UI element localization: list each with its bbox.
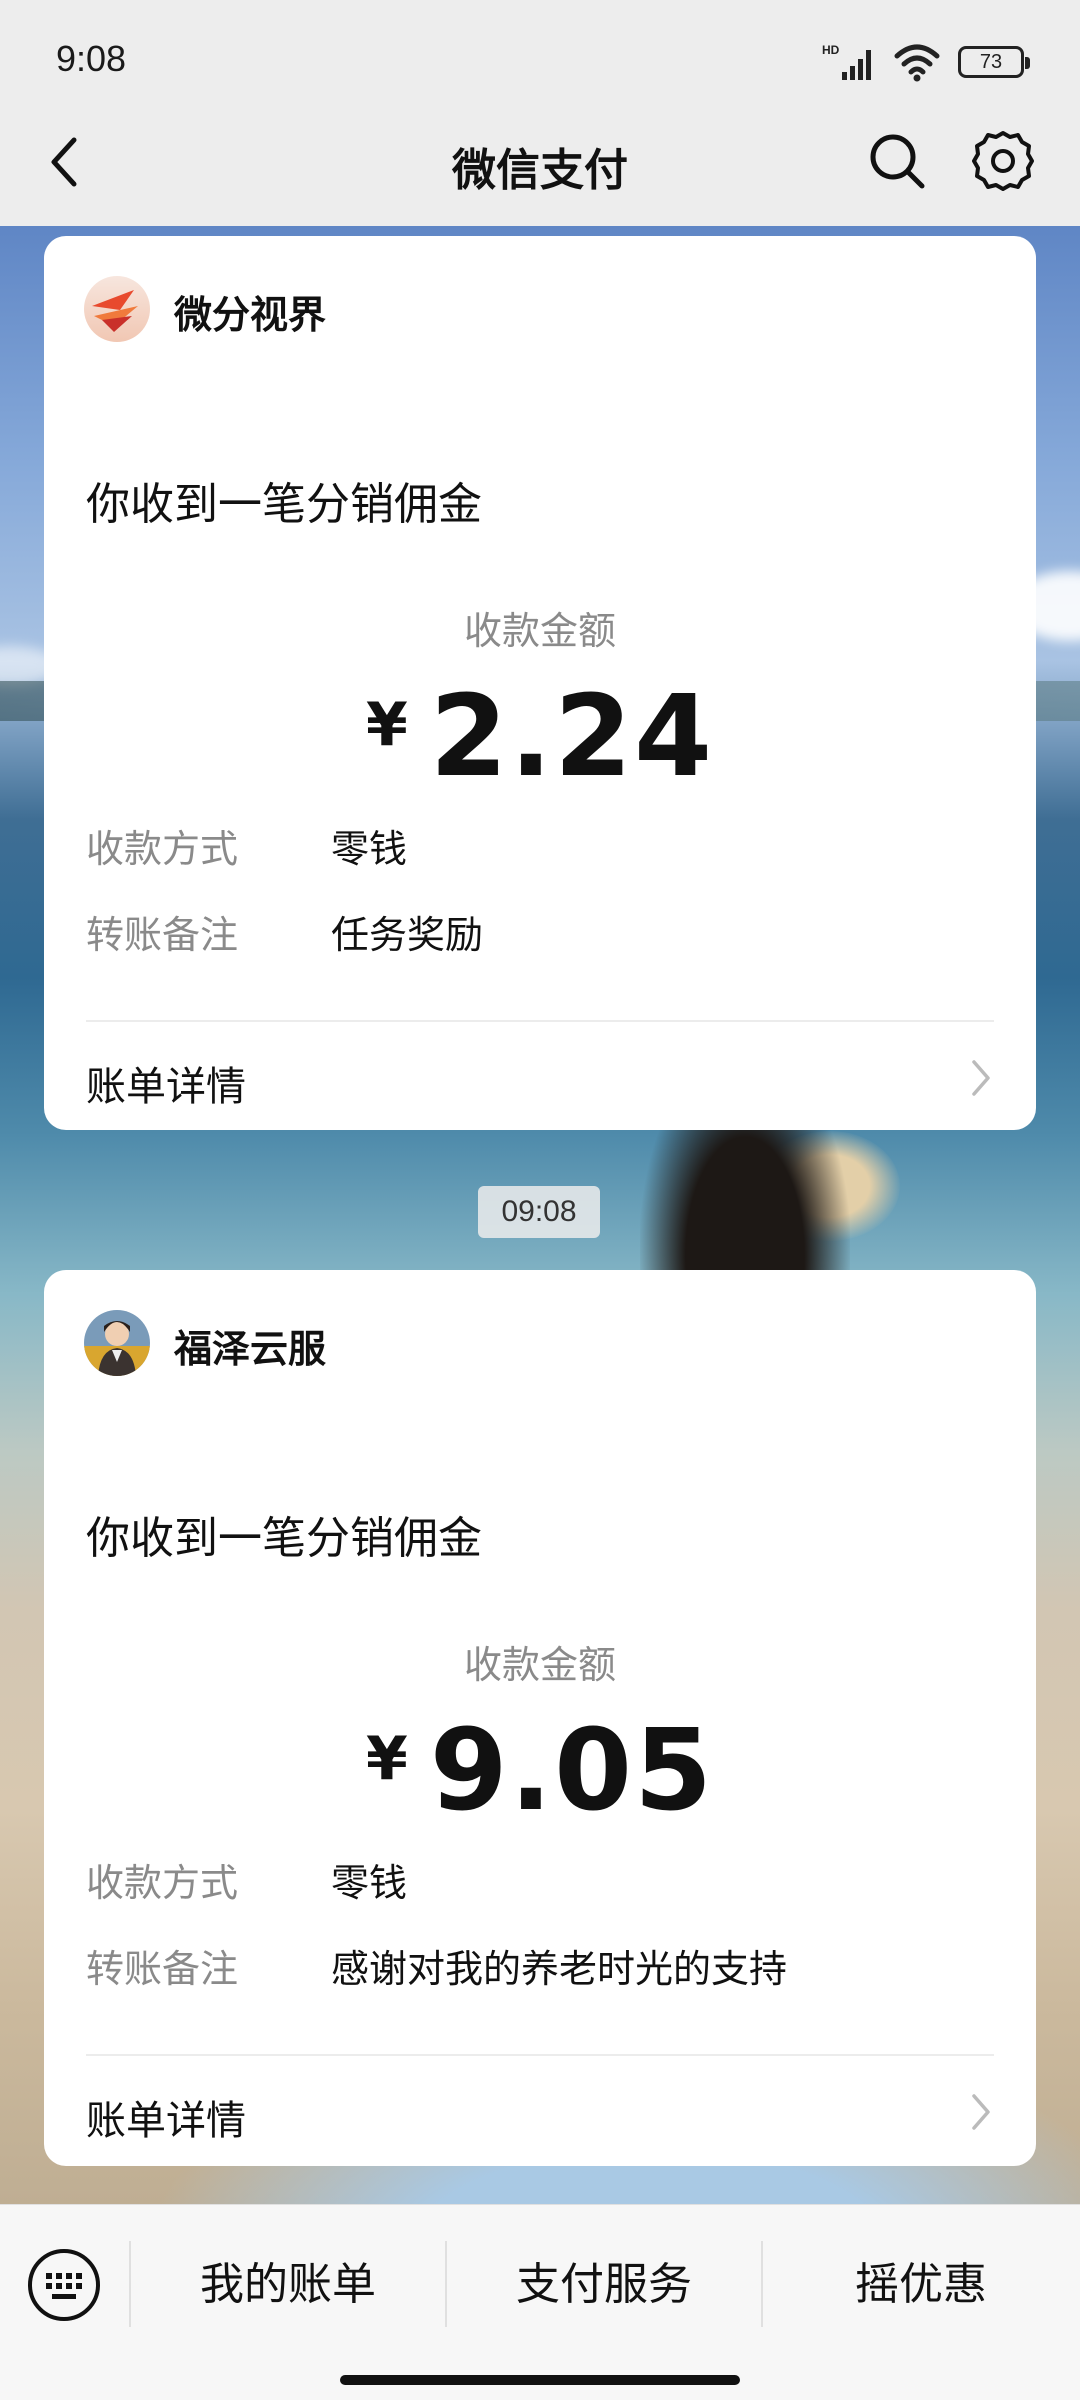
info-label: 转账备注: [86, 1947, 239, 1991]
amount-label: 收款金额: [463, 609, 616, 653]
merchant-avatar: [84, 1310, 150, 1376]
payment-notification-card[interactable]: 福泽云服 你收到一笔分销佣金 收款金额 ¥9.05 收款方式 零钱 转账备注 感谢对…: [44, 1270, 1036, 2166]
signal-icon: HD: [822, 43, 871, 80]
info-label: 收款方式: [86, 827, 239, 871]
currency-symbol: ¥: [365, 1724, 408, 1794]
search-icon[interactable]: [866, 130, 928, 192]
divider: [86, 2054, 994, 2056]
amount-label: 收款金额: [463, 1643, 616, 1687]
chevron-right-icon: [972, 2094, 990, 2130]
payment-method-row: 收款方式 零钱: [86, 1852, 407, 1907]
notification-title: 你收到一笔分销佣金: [86, 479, 482, 530]
battery-icon: 73: [958, 46, 1030, 78]
tab-my-bills[interactable]: 我的账单: [130, 2235, 446, 2335]
info-value: 感谢对我的养老时光的支持: [331, 1947, 788, 1991]
status-icons: HD 73: [822, 40, 1030, 84]
info-label: 收款方式: [86, 1861, 239, 1905]
status-time: 9:08: [56, 38, 127, 79]
currency-symbol: ¥: [365, 690, 408, 760]
merchant-name: 微分视界: [174, 293, 327, 337]
gear-icon[interactable]: [970, 128, 1036, 194]
merchant-name: 福泽云服: [174, 1327, 327, 1371]
info-value: 任务奖励: [331, 913, 484, 957]
svg-text:HD: HD: [822, 43, 840, 57]
transfer-note-row: 转账备注 任务奖励: [86, 904, 483, 959]
amount-value: 2.24: [429, 672, 715, 802]
status-bar: 9:08 HD 73: [0, 0, 1080, 120]
bill-detail-link[interactable]: 账单详情: [86, 2088, 246, 2146]
navigation-bar: 微信支付: [0, 120, 1080, 226]
notification-title: 你收到一笔分销佣金: [86, 1513, 482, 1564]
info-value: 零钱: [331, 1861, 408, 1905]
bottom-menu-bar: 我的账单 支付服务 摇优惠: [0, 2204, 1080, 2400]
home-indicator[interactable]: [340, 2375, 740, 2385]
battery-level: 73: [979, 50, 1003, 73]
amount: ¥9.05: [44, 1706, 1036, 1836]
transfer-note-row: 转账备注 感谢对我的养老时光的支持: [86, 1938, 787, 1993]
keyboard-icon[interactable]: [26, 2247, 102, 2323]
chevron-right-icon: [972, 1060, 990, 1096]
info-value: 零钱: [331, 827, 408, 871]
payment-method-row: 收款方式 零钱: [86, 818, 407, 873]
amount: ¥2.24: [44, 672, 1036, 802]
payment-notification-card[interactable]: 微分视界 你收到一笔分销佣金 收款金额 ¥2.24 收款方式 零钱 转账备注 任务奖…: [44, 236, 1036, 1130]
amount-value: 9.05: [429, 1706, 715, 1836]
info-label: 转账备注: [86, 913, 239, 957]
tab-payment-services[interactable]: 支付服务: [446, 2235, 762, 2335]
tab-shake-deals[interactable]: 摇优惠: [762, 2235, 1080, 2335]
message-timestamp: 09:08: [478, 1186, 600, 1238]
bill-detail-link[interactable]: 账单详情: [86, 1054, 246, 1112]
merchant-avatar: [84, 276, 150, 342]
wifi-icon: [894, 44, 940, 82]
divider: [86, 1020, 994, 1022]
